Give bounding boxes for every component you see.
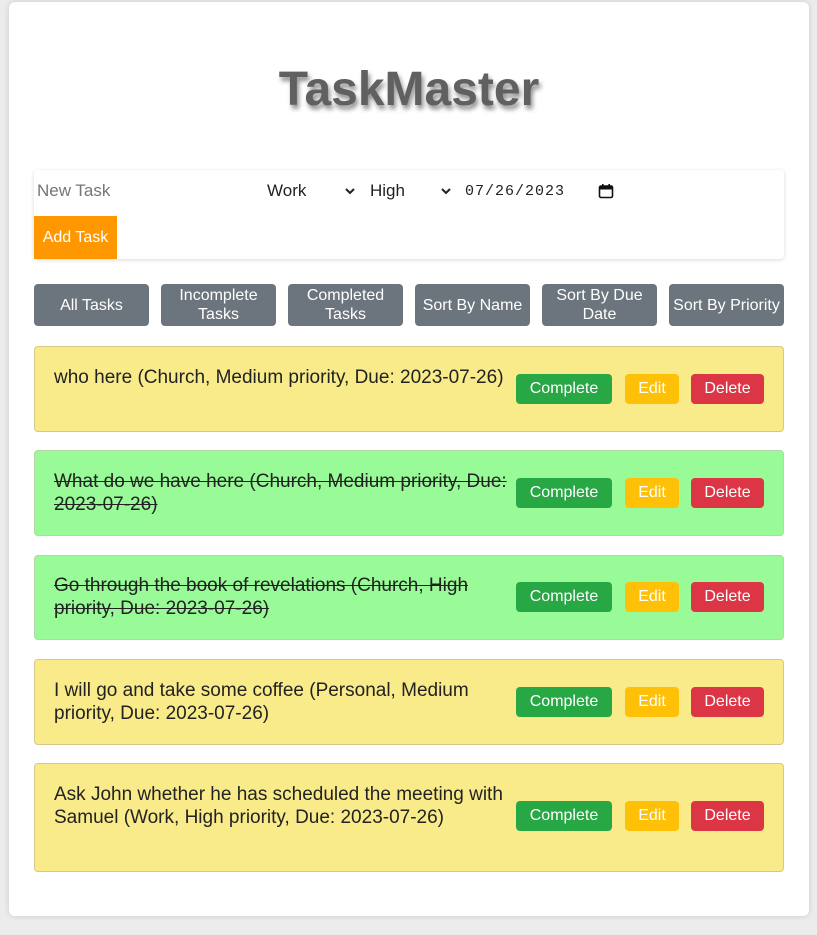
new-task-input[interactable] (34, 176, 260, 206)
category-select-value: Work (267, 181, 307, 200)
delete-button[interactable]: Delete (691, 687, 764, 717)
sort-by-priority-button[interactable]: Sort By Priority (669, 284, 784, 326)
priority-select[interactable]: High (370, 176, 454, 206)
filter-bar: All Tasks Incomplete Tasks Completed Tas… (34, 284, 784, 326)
task-text: Go through the book of revelations (Chur… (54, 575, 469, 619)
chevron-down-icon (441, 188, 451, 195)
edit-button[interactable]: Edit (625, 374, 679, 404)
complete-button[interactable]: Complete (516, 374, 612, 404)
add-task-form: Work High 07/26/2023 Add Task (34, 170, 784, 259)
chevron-down-icon (345, 188, 355, 195)
add-task-button[interactable]: Add Task (34, 216, 117, 259)
complete-button[interactable]: Complete (516, 478, 612, 508)
task-text: who here (Church, Medium priority, Due: … (54, 367, 504, 388)
priority-select-value: High (370, 181, 405, 200)
filter-completed-button[interactable]: Completed Tasks (288, 284, 403, 326)
task-text: What do we have here (Church, Medium pri… (54, 471, 507, 515)
sort-by-due-date-button[interactable]: Sort By Due Date (542, 284, 657, 326)
edit-button[interactable]: Edit (625, 582, 679, 612)
filter-all-button[interactable]: All Tasks (34, 284, 149, 326)
complete-button[interactable]: Complete (516, 801, 612, 831)
edit-button[interactable]: Edit (625, 687, 679, 717)
filter-incomplete-button[interactable]: Incomplete Tasks (161, 284, 276, 326)
task-text: Ask John whether he has scheduled the me… (54, 784, 503, 828)
task-item: Ask John whether he has scheduled the me… (34, 763, 784, 872)
sort-by-name-button[interactable]: Sort By Name (415, 284, 530, 326)
complete-button[interactable]: Complete (516, 687, 612, 717)
task-item: I will go and take some coffee (Personal… (34, 659, 784, 745)
complete-button[interactable]: Complete (516, 582, 612, 612)
task-item: What do we have here (Church, Medium pri… (34, 450, 784, 536)
due-date-input[interactable]: 07/26/2023 (465, 176, 625, 206)
calendar-icon[interactable] (598, 183, 614, 199)
app-title: TaskMaster (278, 63, 540, 116)
task-item: who here (Church, Medium priority, Due: … (34, 346, 784, 432)
delete-button[interactable]: Delete (691, 374, 764, 404)
app-container: TaskMaster Work High 07/26/2023 Add Task (9, 2, 809, 916)
due-date-value: 07/26/2023 (465, 182, 566, 200)
edit-button[interactable]: Edit (625, 478, 679, 508)
task-item: Go through the book of revelations (Chur… (34, 555, 784, 640)
category-select[interactable]: Work (267, 176, 359, 206)
delete-button[interactable]: Delete (691, 801, 764, 831)
delete-button[interactable]: Delete (691, 478, 764, 508)
delete-button[interactable]: Delete (691, 582, 764, 612)
edit-button[interactable]: Edit (625, 801, 679, 831)
task-text: I will go and take some coffee (Personal… (54, 680, 469, 724)
